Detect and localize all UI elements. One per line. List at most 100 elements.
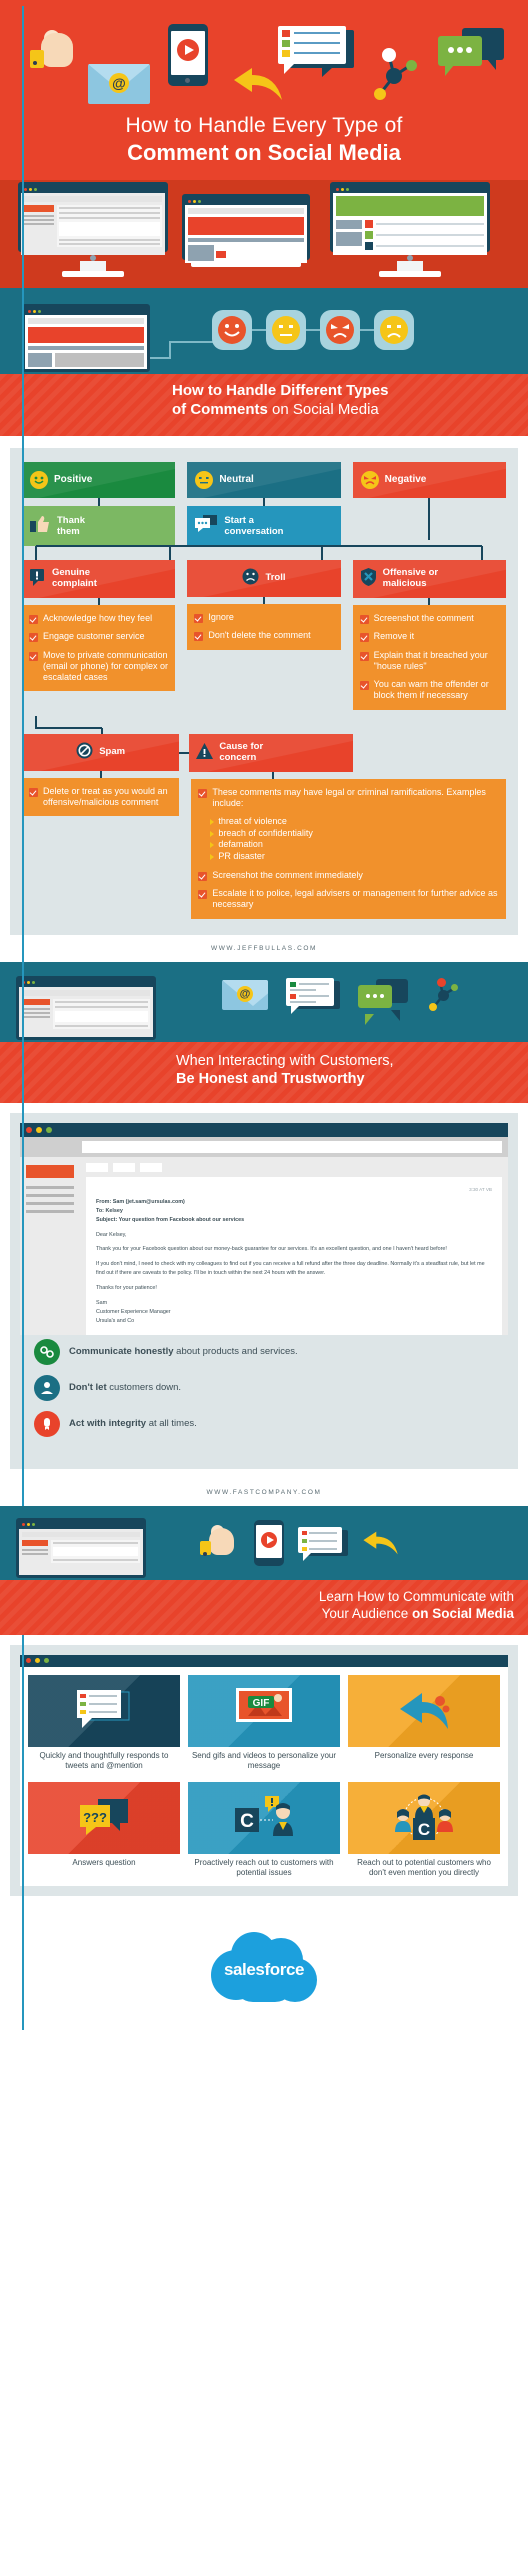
chat-bubble-icon bbox=[195, 515, 218, 536]
category-positive: Positive Thank them bbox=[22, 461, 176, 547]
question-bubble-icon: ??? bbox=[28, 1781, 180, 1854]
check-icon bbox=[359, 681, 369, 691]
item-text: These comments may have legal or crimina… bbox=[212, 786, 486, 808]
section3-banner bbox=[0, 1505, 528, 1580]
salesforce-logo: salesforce bbox=[203, 1924, 325, 2010]
page-title: How to Handle Every Type of Comment on S… bbox=[0, 110, 528, 180]
action-label-l1: Start a bbox=[224, 514, 254, 526]
emoji-happy-face bbox=[212, 310, 252, 350]
speech-bubbles-icon bbox=[438, 28, 504, 76]
email-to: To: Kelsey bbox=[96, 1207, 123, 1214]
item-text: You can warn the offender or block them … bbox=[373, 679, 489, 701]
flowchart-section: Positive Thank them Neutral Start a conv… bbox=[0, 435, 528, 935]
section2-heading-line1: When Interacting with Customers, bbox=[176, 1052, 394, 1069]
laptop-illustration-2 bbox=[16, 975, 156, 1040]
sub-item-text: breach of confidentiality bbox=[218, 827, 313, 838]
list-item: Screenshot the comment immediately bbox=[198, 870, 499, 881]
section1-heading-band: How to Handle Different Types of Comment… bbox=[0, 374, 528, 436]
branch-title-l2: malicious bbox=[382, 578, 427, 590]
compose-button[interactable] bbox=[26, 1165, 74, 1179]
branch-offensive: Offensive or malicious Screenshot the com… bbox=[352, 560, 506, 710]
card-3: Personalize every response bbox=[348, 1674, 500, 1772]
section3-heading-line1: Learn How to Communicate with bbox=[318, 1588, 514, 1604]
comment-list-icon bbox=[286, 977, 340, 1014]
trust-point-1: Communicate honestly about products and … bbox=[34, 1338, 494, 1365]
category-label: Positive bbox=[54, 473, 93, 485]
section1-heading-line2-bold: of Comments bbox=[172, 400, 268, 418]
check-icon bbox=[194, 614, 204, 624]
footer-section: salesforce bbox=[0, 1906, 528, 2037]
category-neutral: Neutral Start a conversation bbox=[187, 461, 341, 547]
section2-heading-line2: Be Honest and Trustworthy bbox=[176, 1071, 365, 1088]
svg-text:GIF: GIF bbox=[253, 1698, 270, 1709]
shield-x-icon bbox=[360, 568, 377, 590]
branch-title-l1: Spam bbox=[99, 745, 126, 757]
branch-items: Acknowledge how they feel Engage custome… bbox=[22, 605, 176, 692]
email-tabs[interactable] bbox=[86, 1163, 502, 1173]
point-rest: customers down. bbox=[106, 1381, 182, 1393]
item-text: Escalate it to police, legal advisers or… bbox=[212, 888, 498, 910]
action-thank-them: Thank them bbox=[22, 505, 176, 547]
section2-icon-row: @ bbox=[222, 977, 460, 1025]
branch-items: Delete or treat as you would an offensiv… bbox=[22, 777, 180, 817]
card-6: C Reach out to potential customers who d… bbox=[348, 1781, 500, 1879]
address-bar[interactable] bbox=[82, 1141, 502, 1154]
section3-heading-band: Learn How to Communicate with Your Audie… bbox=[0, 1579, 528, 1635]
branch-row-1: Genuine complaint Acknowledge how they fe… bbox=[22, 560, 506, 710]
network-molecule-icon bbox=[426, 977, 460, 1012]
sub-item: defamation bbox=[210, 839, 499, 851]
troll-face-icon bbox=[242, 568, 259, 589]
branch-title-l1: Genuine bbox=[52, 567, 91, 579]
branch-cause-for-concern: Cause for concern These comments may have… bbox=[179, 733, 506, 919]
branch-title-l2: complaint bbox=[52, 578, 97, 590]
svg-text:???: ??? bbox=[83, 1810, 107, 1825]
card-caption: Reach out to potential customers who don… bbox=[357, 1857, 491, 1878]
thumbs-up-icon bbox=[200, 1524, 240, 1561]
trust-point-2: Don't let customers down. bbox=[34, 1374, 494, 1401]
brand-name: salesforce bbox=[223, 1960, 305, 1980]
trust-point-3: Act with integrity at all times. bbox=[34, 1410, 494, 1437]
sub-item: breach of confidentiality bbox=[210, 828, 499, 840]
list-item: Screenshot the comment bbox=[359, 613, 499, 625]
cards-grid-row2: ??? Answers question C Proactively reach… bbox=[28, 1781, 500, 1879]
card-caption: Personalize every response bbox=[374, 1750, 474, 1760]
branch-spam: Spam Delete or treat as you would an off… bbox=[22, 733, 180, 919]
branch-row-2: Spam Delete or treat as you would an off… bbox=[22, 733, 506, 919]
action-label-l1: Thank bbox=[57, 514, 85, 526]
category-label: Negative bbox=[384, 473, 427, 485]
point-bold: Communicate honestly bbox=[69, 1345, 174, 1357]
triangle-bullet-icon bbox=[210, 842, 215, 849]
check-icon bbox=[29, 615, 38, 625]
monitor-right bbox=[330, 182, 490, 277]
point-rest: at all times. bbox=[146, 1417, 197, 1429]
list-item: Ignore bbox=[194, 612, 333, 624]
section1-source-url: WWW.JEFFBULLAS.COM bbox=[0, 934, 528, 962]
action-label-l2: conversation bbox=[224, 525, 284, 537]
sub-item-text: defamation bbox=[218, 839, 263, 850]
monitor-center bbox=[182, 194, 310, 267]
connector-line bbox=[150, 341, 216, 359]
card-caption: Proactively reach out to customers with … bbox=[194, 1857, 334, 1878]
check-icon bbox=[359, 651, 369, 661]
item-text: Don't delete the comment bbox=[208, 630, 311, 641]
branch-items: Ignore Don't delete the comment bbox=[187, 604, 341, 650]
svg-text:C: C bbox=[418, 1820, 430, 1839]
list-item: You can warn the offender or block them … bbox=[359, 679, 499, 702]
check-icon bbox=[29, 787, 38, 797]
thumbs-up-icon bbox=[30, 515, 50, 536]
item-text: Screenshot the comment bbox=[373, 613, 474, 624]
card-caption: Answers question bbox=[72, 1857, 136, 1867]
sub-item-list: threat of violence breach of confidentia… bbox=[210, 816, 499, 863]
badge-icon bbox=[34, 1410, 60, 1437]
email-envelope-icon: @ bbox=[222, 979, 268, 1010]
reply-arrow-icon bbox=[363, 1531, 398, 1555]
branch-title-l1: Cause for bbox=[219, 740, 264, 752]
hero-title-line2: Comment on Social Media bbox=[127, 140, 401, 165]
browser-toolbar bbox=[20, 1137, 508, 1158]
exclamation-bubble-icon bbox=[29, 568, 46, 590]
section3-heading-line2-rest: Your Audience bbox=[321, 1606, 412, 1622]
triangle-bullet-icon bbox=[210, 819, 215, 826]
cards-titlebar bbox=[20, 1654, 508, 1667]
email-body: 3:30 AT VB From: Sam (jet.sam@ursulas.co… bbox=[86, 1177, 502, 1335]
trust-points-list: Communicate honestly about products and … bbox=[20, 6, 508, 2031]
